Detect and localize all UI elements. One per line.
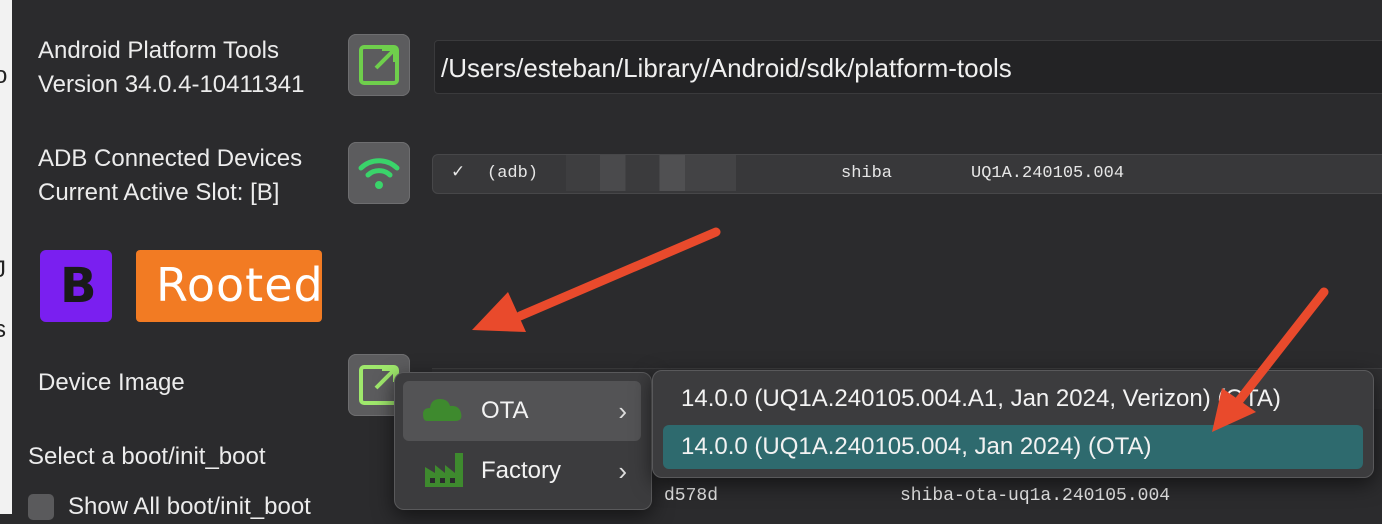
chevron-right-icon: › [618, 396, 627, 426]
platform-tools-version: Version 34.0.4-10411341 [38, 71, 305, 98]
chevron-right-icon: › [618, 456, 627, 486]
adb-devices-title: ADB Connected Devices [38, 145, 303, 172]
wifi-icon [358, 158, 400, 189]
open-platform-tools-button[interactable] [348, 34, 410, 96]
show-all-checkbox[interactable] [28, 494, 54, 520]
active-slot-label: Current Active Slot: [B] [38, 179, 280, 206]
wireless-adb-button[interactable] [348, 142, 410, 204]
cloud-icon [423, 399, 462, 421]
menu-item-label: Factory [481, 457, 562, 484]
show-all-label: Show All boot/init_boot [68, 493, 311, 520]
boot-select-label: Select a boot/init_boot [28, 443, 266, 470]
ota-submenu: 14.0.0 (UQ1A.240105.004.A1, Jan 2024, Ve… [652, 370, 1374, 478]
ota-option-verizon[interactable]: 14.0.0 (UQ1A.240105.004.A1, Jan 2024, Ve… [663, 377, 1363, 421]
factory-icon [425, 453, 463, 487]
device-build: UQ1A.240105.004 [971, 164, 1125, 183]
device-mode: (adb) [487, 164, 539, 183]
menu-item-label: OTA [481, 397, 529, 424]
platform-tools-path-input[interactable]: /Users/esteban/Library/Android/sdk/platf… [434, 40, 1382, 94]
boot-row-hash: d578d [664, 486, 719, 506]
background-window-edge: i o , J s [0, 0, 12, 514]
device-codename: shiba [841, 164, 893, 183]
menu-item-factory[interactable]: Factory › [403, 441, 641, 501]
menu-item-ota[interactable]: OTA › [403, 381, 641, 441]
device-image-label: Device Image [38, 369, 185, 396]
open-link-icon [359, 45, 399, 85]
image-source-menu: OTA › Factory › [394, 372, 652, 510]
rooted-badge: Rooted [136, 250, 323, 322]
platform-tools-title: Android Platform Tools [38, 37, 280, 64]
ota-option-selected[interactable]: 14.0.0 (UQ1A.240105.004, Jan 2024) (OTA) [663, 425, 1363, 469]
slot-badge: B [40, 250, 112, 322]
device-check: ✓ [451, 164, 466, 183]
redacted-serial [566, 155, 736, 191]
boot-row-name: shiba-ota-uq1a.240105.004 [900, 486, 1171, 506]
